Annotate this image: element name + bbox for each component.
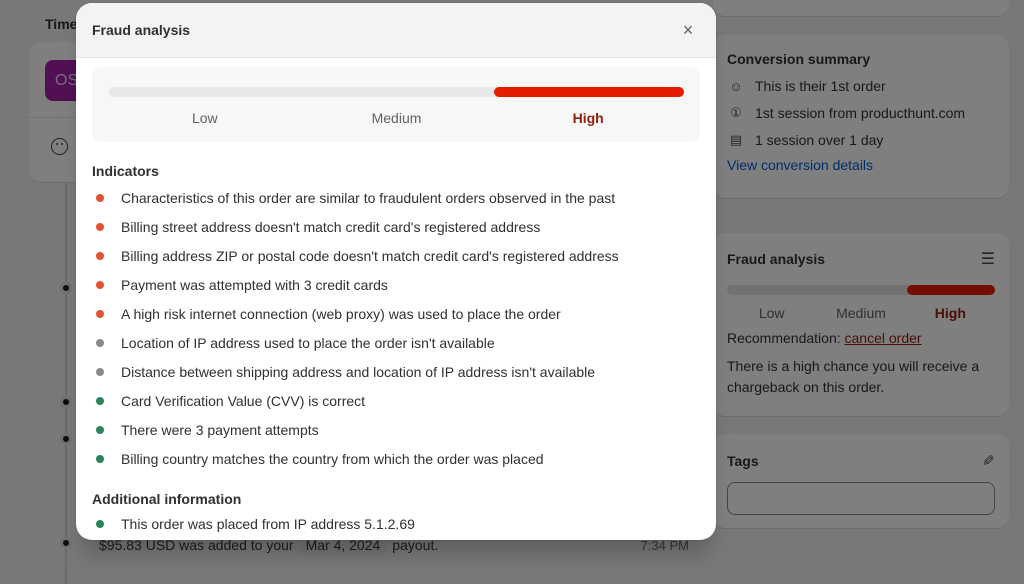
indicator-text: Billing country matches the country from…: [121, 450, 544, 467]
indicators-list: Characteristics of this order are simila…: [92, 183, 700, 473]
status-dot-risk-icon: [96, 222, 104, 231]
modal-title: Fraud analysis: [92, 22, 191, 38]
risk-meter-fill: [494, 87, 684, 97]
indicator-text: Payment was attempted with 3 credit card…: [121, 276, 388, 293]
status-dot-risk-icon: [96, 280, 104, 289]
indicator-item: Card Verification Value (CVV) is correct: [92, 386, 700, 415]
indicator-item: Characteristics of this order are simila…: [92, 183, 700, 212]
indicator-text: Location of IP address used to place the…: [121, 334, 495, 351]
indicator-item: Payment was attempted with 3 credit card…: [92, 270, 700, 299]
status-dot-unknown-icon: [96, 338, 104, 347]
risk-level-high: High: [572, 110, 604, 126]
indicator-item: There were 3 payment attempts: [92, 415, 700, 444]
status-dot-risk-icon: [96, 251, 104, 260]
status-dot-unknown-icon: [96, 367, 104, 376]
indicator-text: Billing street address doesn't match cre…: [121, 218, 541, 235]
indicator-text: Characteristics of this order are simila…: [121, 189, 616, 206]
close-button[interactable]: ×: [676, 18, 700, 42]
status-dot-safe-icon: [96, 519, 104, 528]
additional-info-heading: Additional information: [92, 491, 242, 507]
risk-level-low: Low: [191, 110, 218, 126]
indicator-text: A high risk internet connection (web pro…: [121, 305, 561, 322]
indicator-text: Distance between shipping address and lo…: [121, 363, 596, 380]
close-icon: ×: [682, 20, 694, 40]
indicator-text: Billing address ZIP or postal code doesn…: [121, 247, 619, 264]
status-dot-risk-icon: [96, 309, 104, 318]
modal-body: Low Medium High Indicators Characteristi…: [76, 58, 716, 538]
indicator-item: Distance between shipping address and lo…: [92, 357, 700, 386]
risk-level-panel: Low Medium High: [92, 67, 700, 142]
risk-level-medium: Medium: [371, 110, 422, 126]
indicator-text: This order was placed from IP address 5.…: [121, 515, 415, 532]
indicator-item: A high risk internet connection (web pro…: [92, 299, 700, 328]
status-dot-risk-icon: [96, 193, 104, 202]
risk-meter: [109, 87, 684, 97]
indicators-heading: Indicators: [92, 163, 159, 179]
indicator-item: Location of IP address used to place the…: [92, 328, 700, 357]
status-dot-safe-icon: [96, 454, 104, 463]
indicator-item: Billing country matches the country from…: [92, 444, 700, 473]
modal-header: Fraud analysis ×: [76, 3, 716, 58]
status-dot-safe-icon: [96, 425, 104, 434]
indicator-text: There were 3 payment attempts: [121, 421, 319, 438]
fraud-analysis-modal: Fraud analysis × Low Medium High Indicat…: [76, 3, 716, 540]
indicator-item: Billing street address doesn't match cre…: [92, 212, 700, 241]
additional-info-list: This order was placed from IP address 5.…: [92, 509, 700, 538]
risk-level-labels: Low Medium High: [109, 110, 684, 126]
indicator-text: Card Verification Value (CVV) is correct: [121, 392, 366, 409]
indicator-item: Billing address ZIP or postal code doesn…: [92, 241, 700, 270]
indicator-item: This order was placed from IP address 5.…: [92, 509, 700, 538]
status-dot-safe-icon: [96, 396, 104, 405]
